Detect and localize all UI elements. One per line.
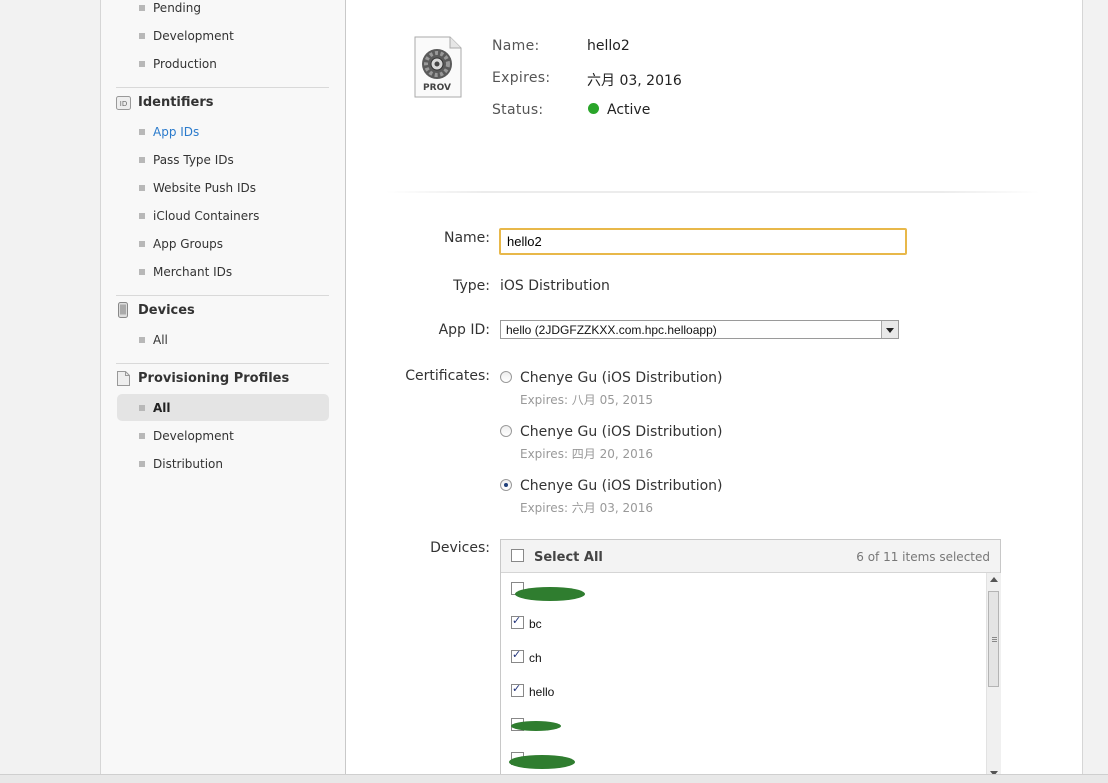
device-name: ch — [529, 651, 542, 665]
sidebar-heading-provisioning-profiles: Provisioning Profiles — [138, 371, 290, 386]
appid-label: App ID: — [438, 322, 490, 338]
sidebar-divider — [116, 363, 329, 364]
sidebar-item-pass-type-ids[interactable]: Pass Type IDs — [139, 152, 234, 168]
certificate-name-1: Chenye Gu (iOS Distribution) — [520, 370, 723, 386]
selected-count: 6 of 11 items selected — [856, 550, 990, 564]
device-icon — [118, 302, 128, 322]
select-all-checkbox[interactable] — [511, 549, 524, 562]
devices-scrollbar[interactable] — [986, 573, 1001, 778]
type-value: iOS Distribution — [500, 278, 610, 294]
summary-expires-value: 六月 03, 2016 — [587, 73, 682, 89]
devices-label: Devices: — [430, 540, 490, 556]
device-name-redacted — [515, 587, 585, 601]
sidebar-item-app-groups[interactable]: App Groups — [138, 236, 223, 252]
sidebar-item-profiles-distribution[interactable]: Distribution — [138, 456, 223, 472]
document-icon — [117, 371, 130, 390]
scroll-thumb[interactable] — [988, 591, 999, 687]
sidebar-item-app-ids[interactable]: App IDs — [138, 124, 199, 140]
sidebar-item-production[interactable]: Production — [139, 56, 217, 72]
device-checkbox[interactable] — [511, 614, 524, 629]
certificate-expires-2: Expires: 四月 20, 2016 — [520, 447, 654, 461]
sidebar: Pending Development Production ID Identi… — [101, 0, 346, 774]
sidebar-item-profiles-all[interactable]: All — [139, 400, 171, 416]
summary-status-value: Active — [607, 102, 651, 118]
device-name: hello — [529, 685, 555, 699]
sidebar-item-icloud-containers[interactable]: iCloud Containers — [138, 208, 259, 224]
devices-list: Select All 6 of 11 items selected bc ch … — [500, 539, 1001, 779]
certificate-name-3: Chenye Gu (iOS Distribution) — [520, 478, 723, 494]
appid-select[interactable]: hello (2JDGFZZKXX.com.hpc.helloapp) — [500, 320, 899, 339]
prov-icon-label: PROV — [423, 83, 451, 93]
certificate-expires-1: Expires: 八月 05, 2015 — [520, 393, 654, 407]
sidebar-item-website-push-ids[interactable]: Website Push IDs — [139, 180, 256, 196]
name-field-label: Name: — [443, 230, 490, 246]
type-label: Type: — [453, 278, 490, 294]
certificate-radio-2[interactable] — [500, 425, 512, 437]
certificates-label: Certificates: — [405, 368, 490, 384]
device-name-redacted — [509, 755, 575, 769]
certificate-name-2: Chenye Gu (iOS Distribution) — [520, 424, 723, 440]
summary-expires-label: Expires: — [492, 70, 551, 86]
certificate-expires-3: Expires: 六月 03, 2016 — [520, 501, 654, 515]
id-icon: ID — [116, 95, 131, 114]
device-name: bc — [529, 617, 542, 631]
name-input[interactable] — [499, 228, 907, 255]
sidebar-item-profiles-development[interactable]: Development — [139, 428, 234, 444]
summary-name-value: hello2 — [587, 38, 630, 54]
prov-file-icon: PROV — [414, 36, 462, 98]
id-badge-text: ID — [120, 100, 127, 108]
summary-name-label: Name: — [492, 38, 540, 54]
sidebar-item-development[interactable]: Development — [139, 28, 234, 44]
certificate-radio-3[interactable] — [500, 479, 512, 491]
summary-status-label: Status: — [492, 102, 544, 118]
sidebar-heading-devices: Devices — [138, 303, 195, 318]
sidebar-divider — [116, 87, 329, 88]
sidebar-item-devices-all[interactable]: All — [139, 332, 168, 348]
select-all-label[interactable]: Select All — [534, 550, 603, 565]
appid-selected-value: hello (2JDGFZZKXX.com.hpc.helloapp) — [506, 323, 717, 337]
certificate-radio-1[interactable] — [500, 371, 512, 383]
section-divider — [386, 191, 1040, 193]
device-checkbox[interactable] — [511, 682, 524, 697]
sidebar-item-merchant-ids[interactable]: Merchant IDs — [138, 264, 232, 280]
sidebar-item-pending[interactable]: Pending — [139, 0, 201, 16]
scroll-up-icon[interactable] — [990, 577, 998, 582]
device-checkbox[interactable] — [511, 648, 524, 663]
grip-icon — [992, 637, 997, 638]
sidebar-divider — [116, 295, 329, 296]
sidebar-heading-identifiers: Identifiers — [138, 95, 214, 110]
devices-list-header: Select All 6 of 11 items selected — [501, 540, 1000, 573]
device-name-redacted — [511, 721, 561, 731]
chevron-down-icon[interactable] — [881, 321, 898, 338]
sidebar-selected-highlight — [117, 394, 329, 421]
status-indicator-icon — [588, 103, 599, 114]
